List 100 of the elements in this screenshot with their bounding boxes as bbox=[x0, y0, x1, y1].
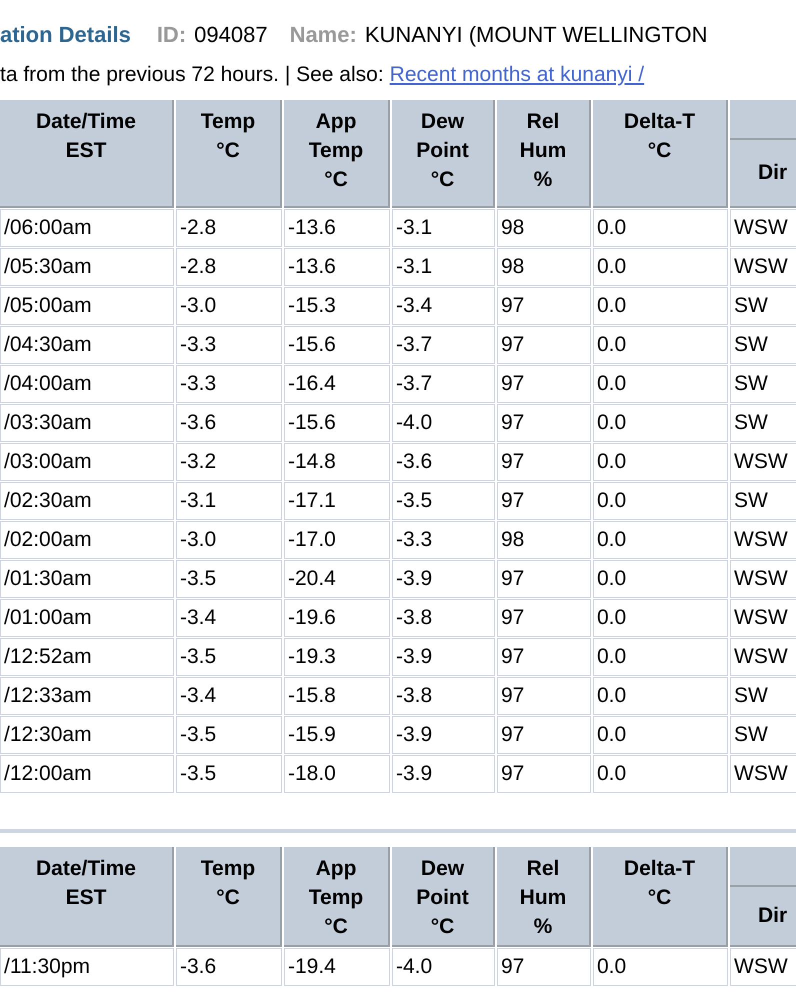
table-cell: /03:00am bbox=[0, 443, 174, 481]
table-cell: /01:00am bbox=[0, 599, 174, 637]
table-cell: -3.5 bbox=[176, 560, 282, 598]
table-cell: -3.9 bbox=[392, 638, 495, 676]
table-cell: 0.0 bbox=[593, 755, 728, 793]
table-cell: -3.3 bbox=[176, 365, 282, 403]
table-cell: 97 bbox=[497, 638, 591, 676]
table-cell: -3.9 bbox=[392, 716, 495, 754]
table-cell: WSW bbox=[730, 599, 796, 637]
table-cell: 0.0 bbox=[593, 638, 728, 676]
table-cell: -3.9 bbox=[392, 755, 495, 793]
table-cell: 0.0 bbox=[593, 209, 728, 247]
table-cell: -3.5 bbox=[176, 638, 282, 676]
table-cell: -17.1 bbox=[284, 482, 390, 520]
table-cell: SW bbox=[730, 365, 796, 403]
table-cell: /03:30am bbox=[0, 404, 174, 442]
table-cell: 0.0 bbox=[593, 365, 728, 403]
table-cell: /12:30am bbox=[0, 716, 174, 754]
table-cell: 97 bbox=[497, 404, 591, 442]
table-cell: SW bbox=[730, 482, 796, 520]
table-cell: -3.4 bbox=[176, 677, 282, 715]
table-cell: 0.0 bbox=[593, 521, 728, 559]
table-cell: /01:30am bbox=[0, 560, 174, 598]
table-cell: 97 bbox=[497, 560, 591, 598]
table-cell: 97 bbox=[497, 677, 591, 715]
table-cell: 0.0 bbox=[593, 948, 728, 986]
table-cell: /06:00am bbox=[0, 209, 174, 247]
table-cell: -3.7 bbox=[392, 326, 495, 364]
column-header: Date/Time EST bbox=[0, 847, 174, 947]
table-cell: -3.0 bbox=[176, 287, 282, 325]
table-cell: /12:00am bbox=[0, 755, 174, 793]
table-cell: 97 bbox=[497, 365, 591, 403]
table-cell: -3.1 bbox=[176, 482, 282, 520]
table-cell: -3.1 bbox=[392, 248, 495, 286]
table-cell: WSW bbox=[730, 638, 796, 676]
column-header: Dir bbox=[730, 100, 796, 208]
table-cell: -3.6 bbox=[176, 404, 282, 442]
table-cell: -3.1 bbox=[392, 209, 495, 247]
table-cell: -17.0 bbox=[284, 521, 390, 559]
table-cell: -3.3 bbox=[392, 521, 495, 559]
table-cell: -2.8 bbox=[176, 248, 282, 286]
table-cell: -18.0 bbox=[284, 755, 390, 793]
table-cell: /04:30am bbox=[0, 326, 174, 364]
recent-months-link[interactable]: Recent months at kunanyi / bbox=[390, 55, 644, 95]
table-cell: WSW bbox=[730, 755, 796, 793]
table-cell: 0.0 bbox=[593, 677, 728, 715]
table-cell: /02:00am bbox=[0, 521, 174, 559]
table-cell: 98 bbox=[497, 248, 591, 286]
table-cell: -2.8 bbox=[176, 209, 282, 247]
table-cell: WSW bbox=[730, 209, 796, 247]
table-cell: 97 bbox=[497, 326, 591, 364]
table-cell: -19.4 bbox=[284, 948, 390, 986]
table-cell: -16.4 bbox=[284, 365, 390, 403]
table-cell: 98 bbox=[497, 209, 591, 247]
column-header: Delta-T °C bbox=[593, 847, 728, 947]
column-header: Dew Point °C bbox=[392, 847, 495, 947]
table-cell: -3.4 bbox=[392, 287, 495, 325]
table-cell: 0.0 bbox=[593, 326, 728, 364]
table-cell: 0.0 bbox=[593, 443, 728, 481]
table-cell: 97 bbox=[497, 599, 591, 637]
table-cell: WSW bbox=[730, 443, 796, 481]
station-name: KUNANYI (MOUNT WELLINGTON bbox=[364, 21, 708, 49]
column-header: Rel Hum % bbox=[497, 100, 591, 208]
column-header: Temp °C bbox=[176, 847, 282, 947]
column-header: Dew Point °C bbox=[392, 100, 495, 208]
table-cell: -3.5 bbox=[176, 755, 282, 793]
table-cell: /04:00am bbox=[0, 365, 174, 403]
table-cell: -13.6 bbox=[284, 209, 390, 247]
table-cell: /12:52am bbox=[0, 638, 174, 676]
table-cell: WSW bbox=[730, 560, 796, 598]
table-cell: -15.6 bbox=[284, 326, 390, 364]
table-cell: 0.0 bbox=[593, 287, 728, 325]
table-cell: -3.2 bbox=[176, 443, 282, 481]
table-cell: -4.0 bbox=[392, 404, 495, 442]
table-cell: 97 bbox=[497, 443, 591, 481]
table-cell: -3.6 bbox=[392, 443, 495, 481]
table-cell: WSW bbox=[730, 248, 796, 286]
column-header: Temp °C bbox=[176, 100, 282, 208]
table-cell: 0.0 bbox=[593, 248, 728, 286]
table-cell: -3.8 bbox=[392, 599, 495, 637]
table-cell: 0.0 bbox=[593, 482, 728, 520]
column-header: Dir bbox=[730, 847, 796, 947]
table-cell: -3.8 bbox=[392, 677, 495, 715]
column-header: Delta-T °C bbox=[593, 100, 728, 208]
table-cell: -15.3 bbox=[284, 287, 390, 325]
column-header: Date/Time EST bbox=[0, 100, 174, 208]
table-cell: -3.3 bbox=[176, 326, 282, 364]
table-cell: SW bbox=[730, 716, 796, 754]
table-cell: -19.6 bbox=[284, 599, 390, 637]
table-cell: 97 bbox=[497, 948, 591, 986]
table-cell: 0.0 bbox=[593, 560, 728, 598]
page-title: ation Details bbox=[0, 21, 131, 49]
notice-text: ta from the previous 72 hours. | See also: bbox=[0, 62, 384, 88]
table-cell: -15.8 bbox=[284, 677, 390, 715]
column-header: App Temp °C bbox=[284, 100, 390, 208]
table-cell: SW bbox=[730, 677, 796, 715]
name-label: Name: bbox=[290, 21, 357, 49]
table-cell: -19.3 bbox=[284, 638, 390, 676]
table-cell: 97 bbox=[497, 755, 591, 793]
table-cell: -3.5 bbox=[176, 716, 282, 754]
